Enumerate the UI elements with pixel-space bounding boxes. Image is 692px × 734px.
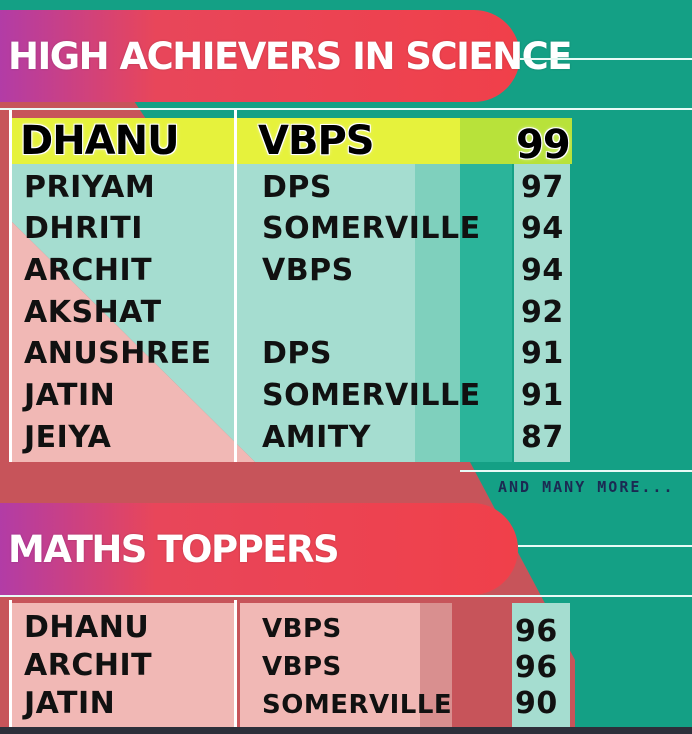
school-name: VBPS <box>262 614 342 644</box>
school-name: DPS <box>262 336 332 371</box>
student-name: AKSHAT <box>24 295 162 330</box>
student-name: ANUSHREE <box>24 336 212 371</box>
maths-title-rule <box>518 545 692 547</box>
student-name: JATIN <box>24 378 116 413</box>
school-name: VBPS <box>262 652 342 682</box>
maths-col-divider-1 <box>234 600 237 727</box>
score: 91 <box>521 378 564 413</box>
science-top-rule <box>0 108 692 110</box>
science-col-divider-2 <box>9 110 12 462</box>
student-name: JEIYA <box>24 420 112 455</box>
science-top-name: DHANU <box>20 118 180 164</box>
student-name: ARCHIT <box>24 648 153 683</box>
school-name: SOMERVILLE <box>262 211 481 246</box>
score: 96 <box>515 650 558 685</box>
score: 91 <box>521 336 564 371</box>
student-name: DHANU <box>24 610 150 645</box>
student-name: PRIYAM <box>24 170 156 205</box>
maths-top-rule <box>0 595 692 597</box>
score: 92 <box>521 295 564 330</box>
score: 94 <box>521 211 564 246</box>
student-name: ARCHIT <box>24 253 153 288</box>
science-title: HIGH ACHIEVERS IN SCIENCE <box>8 34 573 78</box>
and-many-more-text: AND MANY MORE... <box>498 478 675 496</box>
score: 90 <box>515 686 558 721</box>
school-name: VBPS <box>262 253 354 288</box>
maths-col-divider-2 <box>9 600 12 727</box>
school-name: DPS <box>262 170 332 205</box>
school-name: SOMERVILLE <box>262 690 453 720</box>
score: 97 <box>521 170 564 205</box>
school-name: AMITY <box>262 420 371 455</box>
score: 94 <box>521 253 564 288</box>
student-name: JATIN <box>24 686 116 721</box>
science-title-rule <box>520 58 692 60</box>
science-banner: HIGH ACHIEVERS IN SCIENCE <box>0 10 573 102</box>
score: 87 <box>521 420 564 455</box>
maths-title: MATHS TOPPERS <box>8 527 340 571</box>
school-name: SOMERVILLE <box>262 378 481 413</box>
science-col-divider-1 <box>234 110 237 462</box>
student-name: DHRITI <box>24 211 143 246</box>
maths-banner: MATHS TOPPERS <box>0 503 518 595</box>
score: 96 <box>515 614 558 649</box>
science-top-school: VBPS <box>258 118 375 164</box>
science-top-score: 99 <box>516 122 571 168</box>
science-bottom-rule <box>460 470 692 472</box>
